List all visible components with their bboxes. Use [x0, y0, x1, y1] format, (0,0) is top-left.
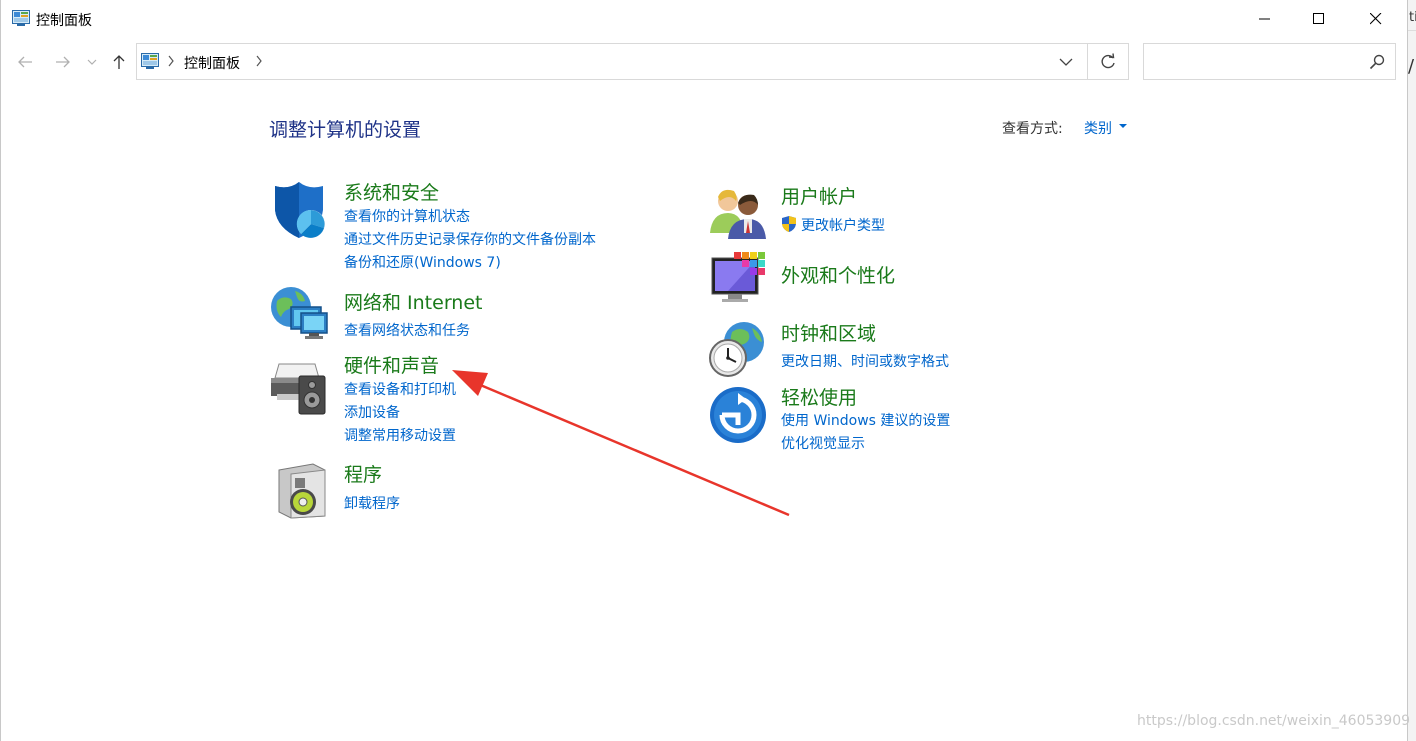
- link-mobility-settings[interactable]: 调整常用移动设置: [344, 425, 456, 445]
- close-button[interactable]: [1353, 0, 1399, 38]
- breadcrumb-separator-icon[interactable]: [255, 54, 263, 68]
- printer-speaker-icon[interactable]: [269, 356, 329, 416]
- category-network-title[interactable]: 网络和 Internet: [344, 288, 482, 315]
- programs-disc-icon[interactable]: [273, 460, 333, 520]
- category-programs-title[interactable]: 程序: [344, 460, 382, 487]
- view-by-label: 查看方式:: [1002, 121, 1063, 137]
- forward-button[interactable]: [53, 52, 73, 72]
- minimize-icon: [1259, 18, 1270, 20]
- link-windows-recommended-settings[interactable]: 使用 Windows 建议的设置: [781, 410, 950, 430]
- link-view-network-status[interactable]: 查看网络状态和任务: [344, 320, 470, 340]
- category-user-accounts-title[interactable]: 用户帐户: [781, 182, 857, 209]
- control-panel-window: 控制面板 控制面板 调整计算机的设置 查看方式: 类别 系统和安全 查看你的计算…: [0, 0, 1411, 741]
- chevron-down-icon[interactable]: [1057, 54, 1075, 70]
- page-title: 调整计算机的设置: [269, 119, 422, 141]
- link-change-account-type[interactable]: 更改帐户类型: [801, 215, 885, 235]
- close-icon: [1370, 13, 1382, 25]
- category-ease-of-access-title[interactable]: 轻松使用: [781, 383, 857, 410]
- background-window-text: ti: [1409, 10, 1416, 25]
- link-backup-restore[interactable]: 备份和还原(Windows 7): [344, 252, 501, 272]
- background-window-text: /: [1408, 56, 1415, 77]
- search-box[interactable]: [1143, 43, 1396, 80]
- link-view-computer-status[interactable]: 查看你的计算机状态: [344, 206, 470, 226]
- link-change-date-time-format[interactable]: 更改日期、时间或数字格式: [781, 351, 949, 371]
- address-bar[interactable]: 控制面板: [136, 43, 1129, 80]
- breadcrumb-control-panel[interactable]: 控制面板: [184, 53, 240, 73]
- network-globe-icon[interactable]: [269, 285, 329, 345]
- link-file-history-backup[interactable]: 通过文件历史记录保存你的文件备份副本: [344, 229, 596, 249]
- category-hardware-sound-title[interactable]: 硬件和声音: [344, 351, 439, 378]
- recent-locations-button[interactable]: [85, 52, 99, 72]
- dropdown-arrow-icon[interactable]: [1119, 124, 1127, 129]
- breadcrumb-separator-icon[interactable]: [167, 54, 175, 68]
- control-panel-icon: [141, 53, 159, 69]
- up-button[interactable]: [109, 52, 129, 72]
- arrow-right-icon: [56, 56, 70, 68]
- back-button[interactable]: [15, 52, 35, 72]
- minimize-button[interactable]: [1242, 0, 1288, 38]
- shield-icon[interactable]: [269, 180, 329, 240]
- user-accounts-icon[interactable]: [708, 183, 768, 243]
- link-optimize-visual-display[interactable]: 优化视觉显示: [781, 433, 865, 453]
- refresh-icon[interactable]: [1099, 53, 1117, 71]
- link-view-devices-printers[interactable]: 查看设备和打印机: [344, 379, 456, 399]
- category-clock-region-title[interactable]: 时钟和区域: [781, 319, 876, 346]
- watermark-text: https://blog.csdn.net/weixin_46053909: [1137, 713, 1411, 729]
- maximize-button[interactable]: [1296, 0, 1342, 38]
- link-uninstall-program[interactable]: 卸载程序: [344, 493, 400, 513]
- appearance-monitor-icon[interactable]: [708, 250, 768, 310]
- control-panel-icon: [12, 10, 30, 26]
- uac-shield-icon: [782, 216, 796, 232]
- divider: [1087, 44, 1088, 79]
- background-window-strip: ti /: [1408, 0, 1416, 741]
- clock-globe-icon[interactable]: [708, 320, 768, 380]
- window-title: 控制面板: [36, 13, 92, 29]
- title-bar[interactable]: 控制面板: [1, 0, 1409, 38]
- search-icon[interactable]: [1369, 54, 1385, 70]
- link-add-device[interactable]: 添加设备: [344, 402, 400, 422]
- category-appearance-title[interactable]: 外观和个性化: [781, 261, 895, 288]
- ease-of-access-icon[interactable]: [708, 385, 768, 445]
- category-system-security-title[interactable]: 系统和安全: [344, 178, 439, 205]
- arrow-up-icon: [113, 55, 125, 69]
- search-input[interactable]: [1150, 51, 1364, 73]
- chevron-down-icon: [87, 59, 97, 65]
- view-by-dropdown[interactable]: 类别: [1084, 118, 1112, 138]
- arrow-left-icon: [18, 56, 32, 68]
- maximize-icon: [1313, 13, 1324, 24]
